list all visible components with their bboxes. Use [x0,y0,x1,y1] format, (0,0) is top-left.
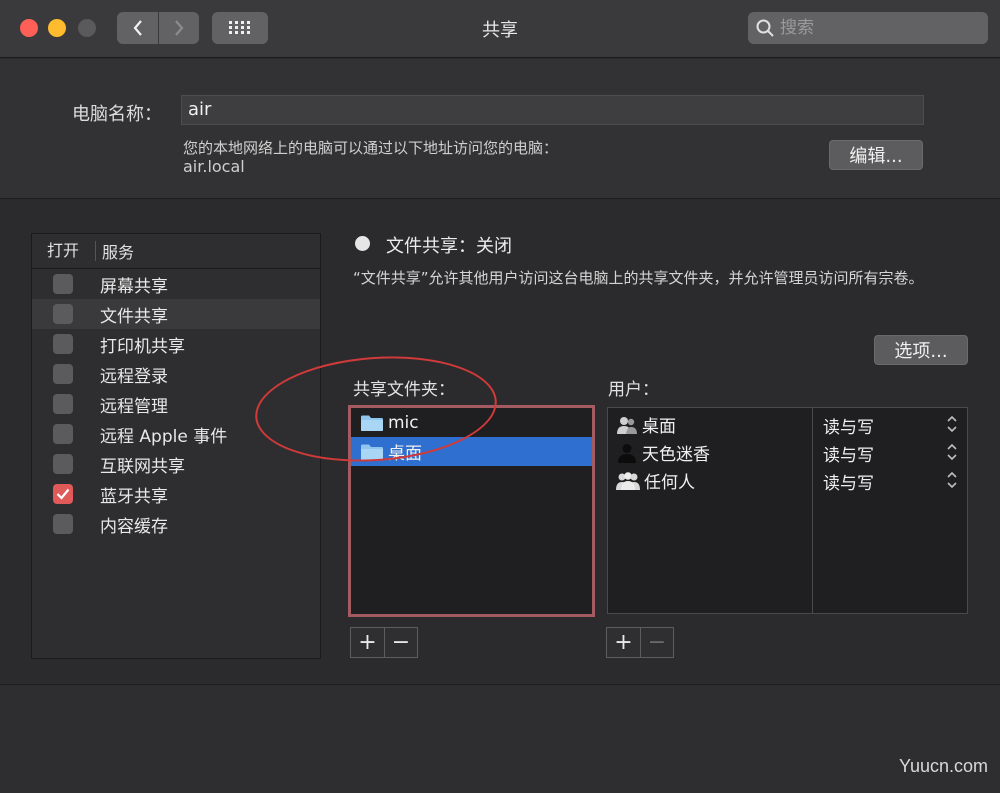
checkmark-icon [56,488,70,500]
search-icon [756,19,774,37]
service-row-remote-management[interactable]: 远程管理 [32,389,320,419]
chevron-left-icon [133,20,142,36]
status-indicator [355,236,370,251]
users-label: 用户： [608,380,659,400]
navigation-buttons [117,12,199,44]
services-header: 打开 服务 [32,234,320,269]
folder-icon [361,444,383,460]
folder-add-remove-buttons: + − [350,627,418,658]
service-status: 文件共享：关闭 [386,236,512,257]
title-bar: 共享 [0,0,1000,58]
close-window-button[interactable] [20,19,38,37]
user-cell: 桌面 [616,412,676,437]
service-checkbox[interactable] [53,514,73,534]
local-address: air.local [183,157,245,176]
service-label: 文件共享 [100,306,168,327]
service-checkbox-checked[interactable] [53,484,73,504]
grid-icon [229,21,250,34]
shared-folders-list: mic 桌面 [348,405,595,617]
column-header-service[interactable]: 服务 [96,239,134,263]
service-checkbox[interactable] [53,274,73,294]
edit-button[interactable]: 编辑... [829,140,923,170]
service-checkbox[interactable] [53,304,73,324]
service-label: 远程 Apple 事件 [100,426,228,447]
service-label: 互联网共享 [100,456,185,477]
service-checkbox[interactable] [53,364,73,384]
group-user-icon [617,416,637,434]
chevron-updown-icon[interactable] [946,470,958,490]
service-label: 屏幕共享 [100,276,168,297]
service-checkbox[interactable] [53,334,73,354]
add-folder-button[interactable]: + [351,628,384,657]
forward-button[interactable] [158,12,199,44]
services-list: 打开 服务 屏幕共享 文件共享 打印机共享 远程登录 远程管理 远程 Apple… [31,233,321,659]
everyone-icon [616,471,640,490]
service-row-bluetooth-sharing[interactable]: 蓝牙共享 [32,479,320,509]
user-name: 天色迷香 [642,445,710,465]
folder-name: 桌面 [388,444,422,464]
computer-name-label: 电脑名称： [72,104,162,125]
user-row[interactable]: 桌面 读与写 [608,410,967,438]
service-label: 蓝牙共享 [100,486,168,507]
service-row-content-caching[interactable]: 内容缓存 [32,509,320,539]
shared-folders-label: 共享文件夹： [353,380,455,400]
user-cell: 天色迷香 [616,440,710,465]
user-name: 桌面 [642,417,676,437]
service-checkbox[interactable] [53,454,73,474]
computer-name-input[interactable]: air [181,95,924,125]
users-list: 桌面 读与写 天色迷香 读与写 任何人 读与写 [607,407,968,614]
minimize-window-button[interactable] [48,19,66,37]
service-label: 远程登录 [100,366,168,387]
shared-folder-row[interactable]: mic [351,408,592,437]
remove-user-button[interactable]: − [640,628,673,657]
watermark: Yuucn.com [898,756,988,776]
user-row[interactable]: 任何人 读与写 [608,466,967,494]
service-label: 内容缓存 [100,516,168,537]
show-all-button[interactable] [212,12,268,44]
service-row-file-sharing[interactable]: 文件共享 [32,299,320,329]
options-button[interactable]: 选项... [874,335,968,365]
service-row-printer-sharing[interactable]: 打印机共享 [32,329,320,359]
folder-name: mic [388,412,419,433]
user-name: 任何人 [644,473,695,493]
service-label: 打印机共享 [100,336,185,357]
user-permission[interactable]: 读与写 [823,413,874,438]
back-button[interactable] [117,12,158,44]
shared-folder-row-selected[interactable]: 桌面 [351,437,592,466]
user-permission[interactable]: 读与写 [823,441,874,466]
service-checkbox[interactable] [53,424,73,444]
search-field[interactable] [748,12,988,44]
remove-folder-button[interactable]: − [384,628,417,657]
computer-name-section: 电脑名称： air 您的本地网络上的电脑可以通过以下地址访问您的电脑： air.… [0,59,1000,199]
service-row-remote-apple-events[interactable]: 远程 Apple 事件 [32,419,320,449]
service-row-internet-sharing[interactable]: 互联网共享 [32,449,320,479]
service-row-remote-login[interactable]: 远程登录 [32,359,320,389]
folder-icon [361,415,383,431]
search-input[interactable] [780,18,970,38]
service-label: 远程管理 [100,396,168,417]
service-row-screen-sharing[interactable]: 屏幕共享 [32,269,320,299]
column-header-on[interactable]: 打开 [32,241,96,261]
service-checkbox[interactable] [53,394,73,414]
bottom-bar [0,684,1000,793]
user-row[interactable]: 天色迷香 读与写 [608,438,967,466]
user-add-remove-buttons: + − [606,627,674,658]
chevron-right-icon [175,20,184,36]
service-description: “文件共享”允许其他用户访问这台电脑上的共享文件夹，并允许管理员访问所有宗卷。 [353,269,924,287]
user-cell: 任何人 [616,468,695,493]
user-permission[interactable]: 读与写 [823,469,874,494]
user-icon [618,443,636,463]
chevron-updown-icon[interactable] [946,442,958,462]
zoom-window-button[interactable] [78,19,96,37]
add-user-button[interactable]: + [607,628,640,657]
address-description: 您的本地网络上的电脑可以通过以下地址访问您的电脑： [183,139,559,157]
chevron-updown-icon[interactable] [946,414,958,434]
